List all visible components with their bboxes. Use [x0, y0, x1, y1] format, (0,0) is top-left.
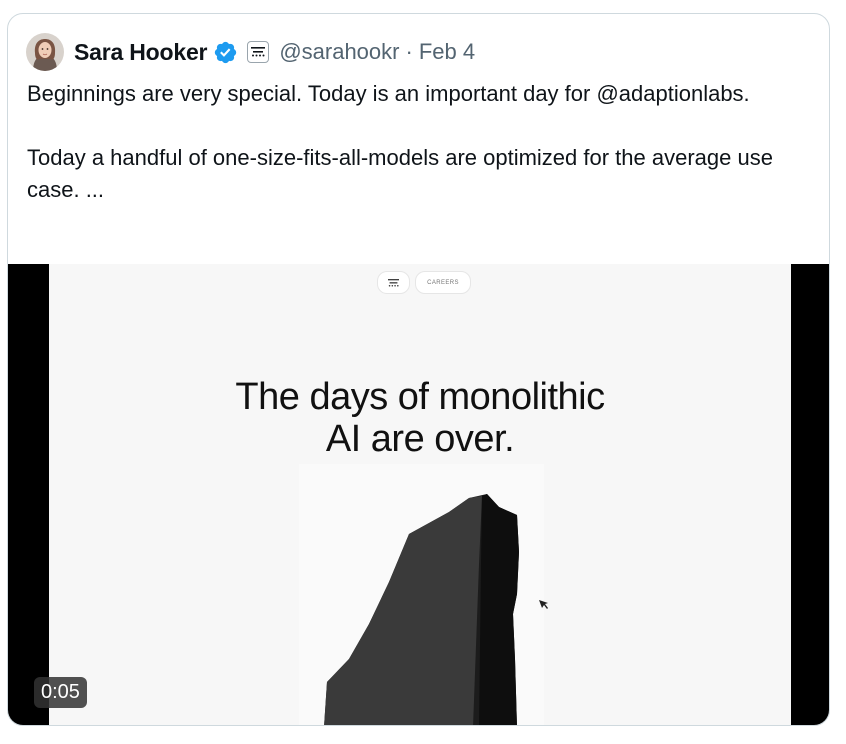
tweet-date[interactable]: Feb 4	[419, 39, 475, 65]
tweet-card[interactable]: Sara Hooker @sarahookr · Feb 4 Beginning…	[7, 13, 830, 726]
tweet-text-paragraph: Beginnings are very special. Today is an…	[27, 81, 750, 106]
avatar[interactable]	[26, 33, 64, 71]
monolith-image	[299, 464, 548, 725]
video-headline: The days of monolithic AI are over.	[49, 376, 791, 460]
verified-badge-icon	[215, 41, 237, 63]
video-frame: CAREERS The days of monolithic AI are ov…	[49, 264, 791, 725]
tweet-header: Sara Hooker @sarahookr · Feb 4	[26, 32, 475, 72]
separator-dot: ·	[405, 39, 413, 64]
site-logo-icon[interactable]	[377, 271, 410, 294]
affiliation-logo-icon[interactable]	[247, 41, 270, 63]
headline-line: The days of monolithic	[235, 376, 605, 418]
headline-line: AI are over.	[325, 418, 515, 460]
tweet-text: Beginnings are very special. Today is an…	[27, 78, 817, 206]
author-handle[interactable]: @sarahookr	[279, 39, 399, 65]
video-player[interactable]: CAREERS The days of monolithic AI are ov…	[8, 264, 829, 725]
video-duration-badge: 0:05	[34, 677, 87, 708]
author-name[interactable]: Sara Hooker	[74, 39, 208, 66]
tweet-text-paragraph: Today a handful of one-size-fits-all-mod…	[27, 145, 773, 202]
careers-link[interactable]: CAREERS	[415, 271, 471, 294]
